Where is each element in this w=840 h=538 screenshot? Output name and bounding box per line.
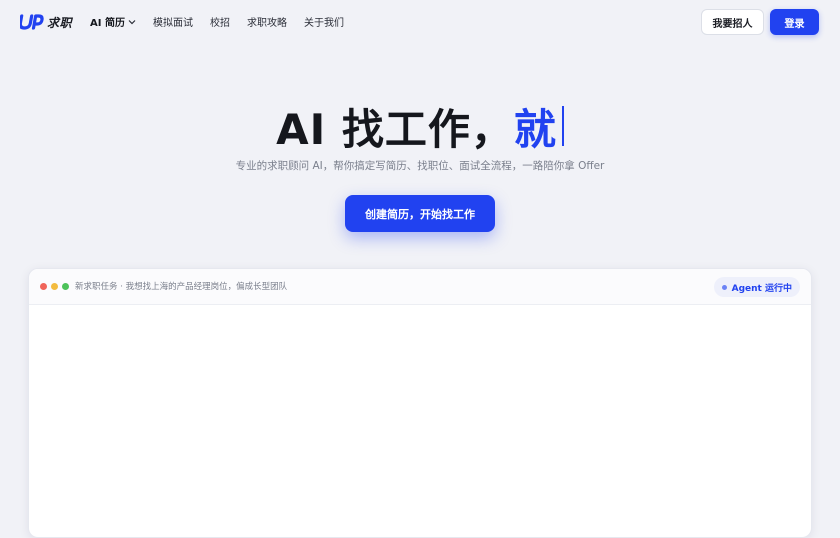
window-controls [40,283,69,290]
agent-task-panel: 新求职任务 · 我想找上海的产品经理岗位，偏成长型团队 Agent 运行中 [28,268,812,538]
chevron-down-icon [128,19,136,25]
minimize-dot-icon [51,283,58,290]
panel-header: 新求职任务 · 我想找上海的产品经理岗位，偏成长型团队 Agent 运行中 [29,269,811,305]
task-title: 新求职任务 · 我想找上海的产品经理岗位，偏成长型团队 [75,282,288,292]
login-button[interactable]: 登录 [770,9,819,35]
nav-item-mock-interview[interactable]: 模拟面试 [153,14,193,29]
hero-title-main: AI 找工作， [276,104,514,154]
nav-item-about[interactable]: 关于我们 [304,14,344,29]
status-dot-icon [721,284,727,290]
brand-name: 求职 [47,15,73,30]
nav-item-guides[interactable]: 求职攻略 [247,14,287,29]
nav-item-ai-resume[interactable]: AI 简历 [90,14,136,29]
logo[interactable]: 求职 [20,12,72,32]
nav-item-label: 模拟面试 [152,18,193,29]
maximize-dot-icon [62,283,69,290]
create-resume-button[interactable]: 创建简历，开始找工作 [345,195,495,232]
nav-item-label: 校招 [209,18,230,29]
agent-status-badge: Agent 运行中 [713,277,800,297]
nav-item-campus[interactable]: 校招 [210,14,230,29]
nav-item-label: 关于我们 [303,18,344,29]
status-label: Agent 运行中 [731,283,792,294]
hero-title: AI 找工作， 就 [0,98,840,154]
hero-subtitle: 专业的求职顾问 AI，帮你搞定写简历、找职位、面试全流程，一路陪你拿 Offer [235,160,605,172]
close-dot-icon [40,283,47,290]
top-nav: 求职 AI 简历 模拟面试 校招 求职攻略 关于我们 我要招人 登录 [0,0,840,44]
nav-item-label: AI 简历 [90,18,125,29]
main-menu: AI 简历 模拟面试 校招 求职攻略 关于我们 [90,14,361,29]
typing-cursor [561,106,564,146]
nav-item-label: 求职攻略 [246,18,287,29]
up-logo-icon [20,14,44,30]
recruit-button[interactable]: 我要招人 [701,9,764,35]
hero-title-accent: 就 [513,104,557,154]
